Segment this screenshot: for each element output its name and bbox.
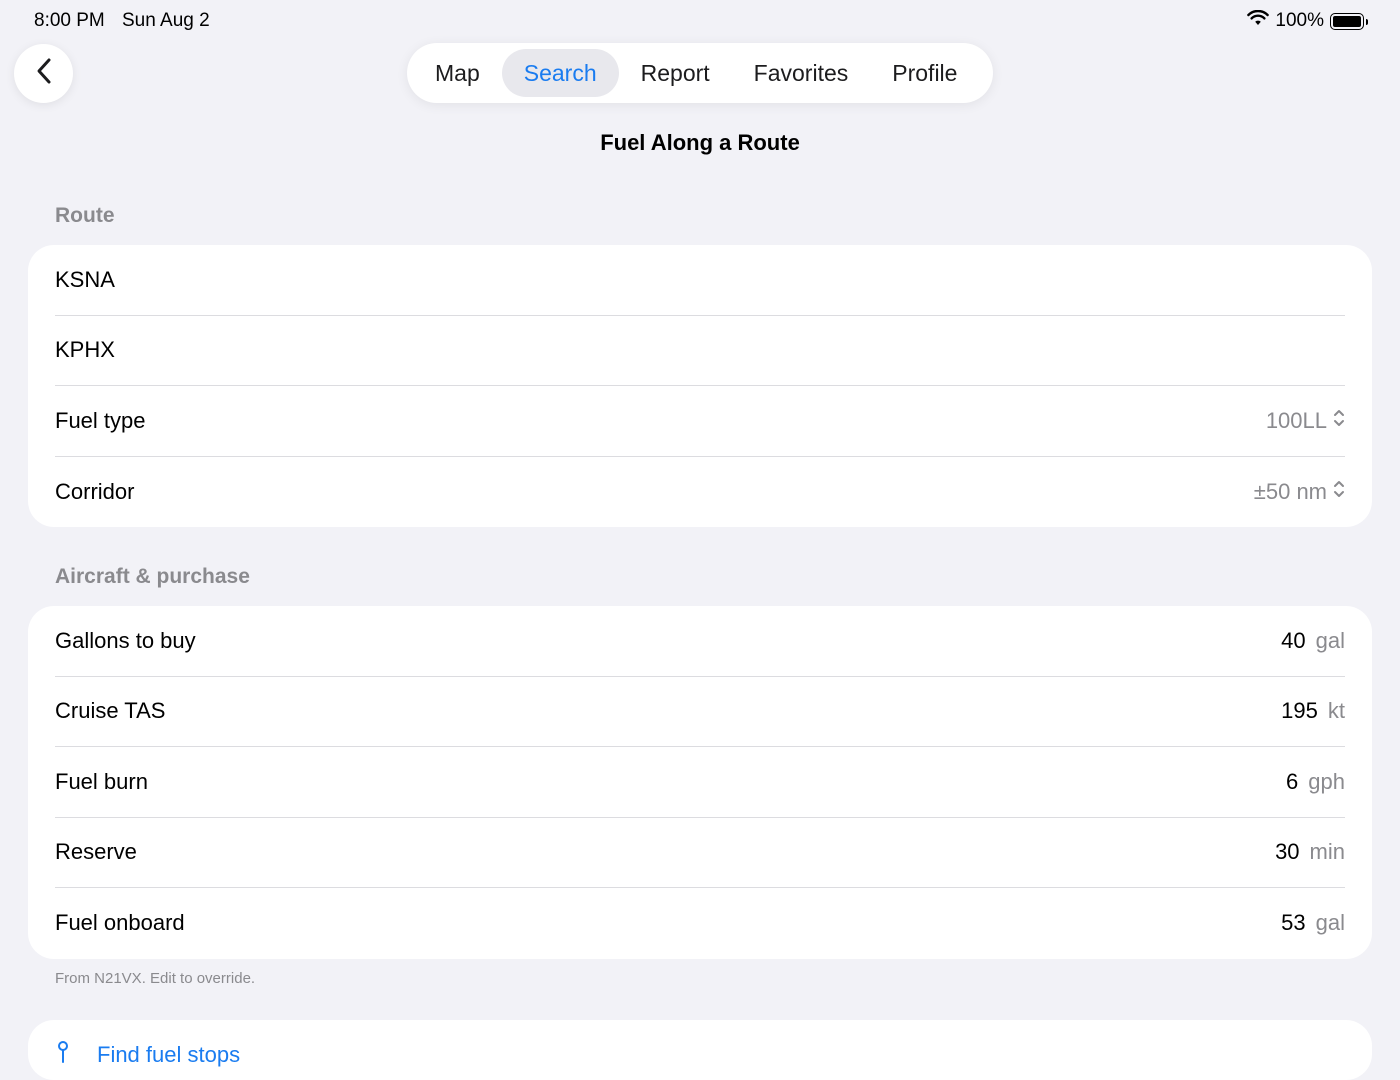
fuel-type-picker[interactable]: 100LL	[1266, 408, 1345, 434]
fuel-onboard-label: Fuel onboard	[55, 910, 185, 936]
destination-field[interactable]: KPHX	[55, 337, 115, 363]
chevron-up-down-icon	[1333, 479, 1345, 505]
cruise-tas-unit: kt	[1327, 698, 1345, 724]
status-indicators: 100%	[1247, 9, 1368, 32]
fuel-burn-row: Fuel burn 6 gph	[55, 747, 1345, 818]
cruise-tas-value[interactable]: 195	[1281, 698, 1318, 724]
find-fuel-label: Find fuel stops	[97, 1042, 241, 1067]
reserve-unit: min	[1309, 839, 1345, 865]
cruise-tas-field[interactable]: 195 kt	[1281, 698, 1345, 724]
fuel-burn-unit: gph	[1308, 768, 1345, 794]
reserve-row: Reserve 30 min	[55, 818, 1345, 888]
fuel-onboard-row: Fuel onboard 53 gal	[55, 888, 1345, 959]
cruise-tas-row: Cruise TAS 195 kt	[55, 677, 1345, 747]
fuel-type-row: Fuel type 100LL	[55, 386, 1345, 457]
origin-row[interactable]: KSNA	[55, 245, 1345, 316]
tab-search[interactable]: Search	[501, 49, 619, 97]
fuel-burn-value[interactable]: 6	[1286, 769, 1298, 795]
tab-profile[interactable]: Profile	[870, 49, 979, 97]
battery-icon	[1330, 12, 1368, 30]
cruise-tas-label: Cruise TAS	[55, 698, 166, 724]
status-bar: 8:00 PM Sun Aug 2 100%	[0, 0, 1400, 44]
aircraft-card: Gallons to buy 40 gal Cruise TAS 195 kt …	[28, 606, 1372, 959]
status-date: Sun Aug 2	[122, 10, 210, 31]
corridor-picker[interactable]: ±50 nm	[1254, 479, 1345, 505]
tab-favorites[interactable]: Favorites	[732, 49, 871, 97]
tab-bar: Map Search Report Favorites Profile	[407, 43, 993, 103]
tab-map[interactable]: Map	[413, 49, 502, 97]
fuel-type-label: Fuel type	[55, 407, 146, 433]
find-fuel-button[interactable]: Find fuel stops	[55, 1040, 240, 1070]
aircraft-section-header: Aircraft & purchase	[55, 565, 250, 588]
find-fuel-card[interactable]: Find fuel stops	[28, 1020, 1372, 1080]
fuel-onboard-field[interactable]: 53 gal	[1281, 910, 1345, 936]
gallons-unit: gal	[1315, 627, 1345, 653]
fuel-type-value: 100LL	[1265, 407, 1327, 433]
corridor-label: Corridor	[55, 478, 135, 504]
battery-percent: 100%	[1275, 10, 1324, 31]
reserve-value[interactable]: 30	[1275, 839, 1299, 865]
chevron-left-icon	[34, 57, 54, 90]
gallons-field[interactable]: 40 gal	[1281, 628, 1345, 654]
destination-row[interactable]: KPHX	[55, 316, 1345, 386]
gallons-row: Gallons to buy 40 gal	[55, 606, 1345, 677]
route-section-header: Route	[55, 204, 115, 227]
chevron-up-down-icon	[1333, 408, 1345, 434]
fuel-onboard-unit: gal	[1315, 910, 1345, 936]
reserve-label: Reserve	[55, 839, 137, 865]
aircraft-footnote: From N21VX. Edit to override.	[55, 970, 256, 987]
wifi-icon	[1247, 9, 1270, 32]
tab-report[interactable]: Report	[619, 49, 732, 97]
fuel-burn-field[interactable]: 6 gph	[1286, 769, 1345, 795]
corridor-row: Corridor ±50 nm	[55, 457, 1345, 528]
reserve-field[interactable]: 30 min	[1275, 839, 1345, 865]
corridor-value: ±50 nm	[1253, 478, 1327, 504]
status-time: 8:00 PM	[34, 10, 105, 31]
origin-field[interactable]: KSNA	[55, 267, 115, 293]
fuel-onboard-value[interactable]: 53	[1281, 910, 1305, 936]
route-card: KSNA KPHX Fuel type 100LL Corridor ±50 n…	[28, 245, 1372, 527]
page-title: Fuel Along a Route	[600, 130, 800, 155]
gallons-label: Gallons to buy	[55, 627, 196, 653]
gallons-value[interactable]: 40	[1281, 628, 1305, 654]
back-button[interactable]	[14, 44, 73, 103]
location-pin-icon	[55, 1040, 71, 1070]
fuel-burn-label: Fuel burn	[55, 768, 148, 794]
